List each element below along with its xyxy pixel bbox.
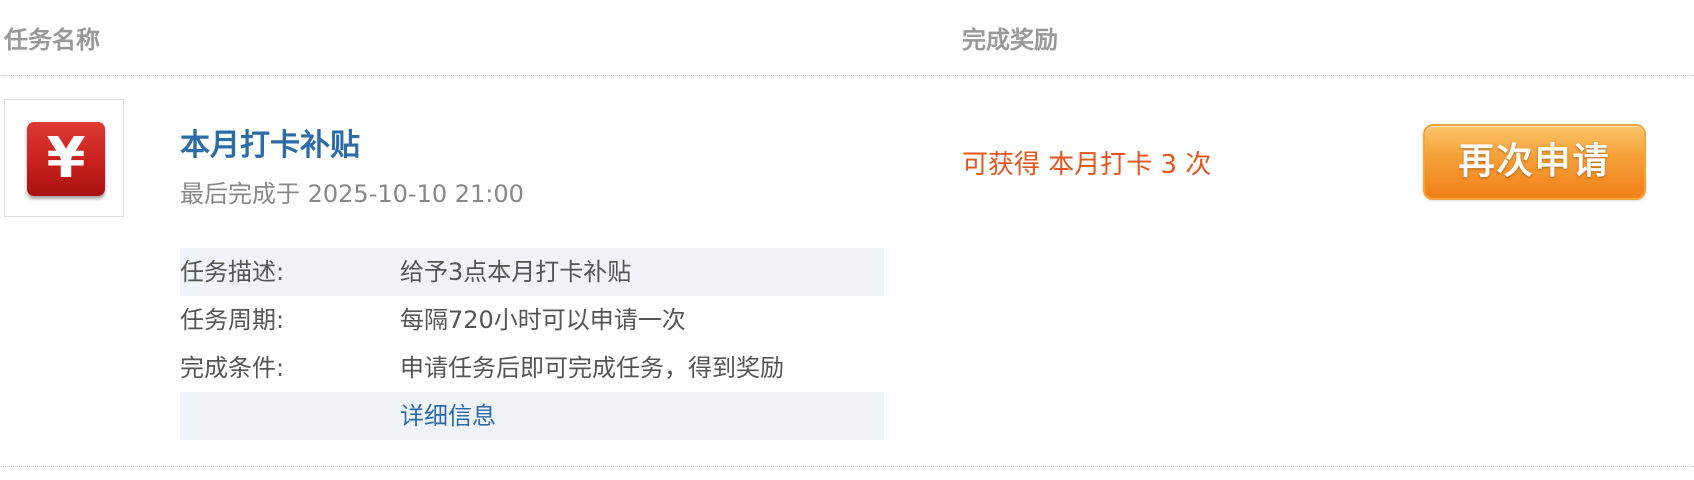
details-link[interactable]: 详细信息 (400, 392, 496, 440)
task-title-link[interactable]: 本月打卡补贴 (180, 120, 360, 164)
detail-label: 任务周期: (180, 306, 285, 334)
detail-label: 任务描述: (180, 258, 285, 286)
detail-row-period: 任务周期: 每隔720小时可以申请一次 (180, 296, 884, 344)
reward-text: 可获得 本月打卡 3 次 (962, 150, 1212, 180)
last-completed-text: 最后完成于 2025-10-10 21:00 (180, 180, 524, 208)
detail-label: 完成条件: (180, 354, 285, 382)
detail-row-description: 任务描述: 给予3点本月打卡补贴 (180, 248, 884, 296)
yen-icon: ¥ (27, 122, 105, 196)
detail-row-condition: 完成条件: 申请任务后即可完成任务，得到奖励 (180, 344, 884, 392)
task-icon-frame: ¥ (4, 99, 124, 217)
apply-again-button[interactable]: 再次申请 (1423, 124, 1646, 200)
detail-value: 申请任务后即可完成任务，得到奖励 (400, 354, 784, 382)
table-header: 任务名称 完成奖励 (0, 0, 1694, 76)
detail-value: 每隔720小时可以申请一次 (400, 306, 686, 334)
detail-row-more: 详细信息 (180, 392, 884, 440)
detail-value: 给予3点本月打卡补贴 (400, 258, 632, 286)
task-row: ¥ 本月打卡补贴 最后完成于 2025-10-10 21:00 任务描述: 给予… (0, 76, 1694, 467)
task-detail-table: 任务描述: 给予3点本月打卡补贴 任务周期: 每隔720小时可以申请一次 完成条… (180, 248, 884, 440)
task-name-column-header: 任务名称 (4, 26, 100, 54)
reward-column-header: 完成奖励 (962, 26, 1058, 54)
